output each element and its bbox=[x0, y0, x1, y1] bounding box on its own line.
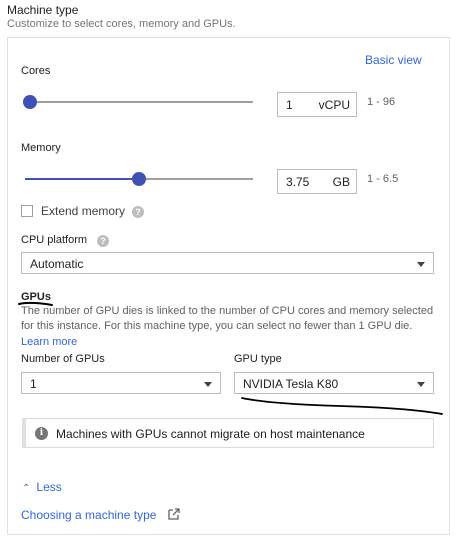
basic-view-link[interactable]: Basic view bbox=[365, 53, 422, 67]
cores-slider-thumb[interactable] bbox=[23, 95, 37, 109]
cpu-platform-select[interactable]: Automatic bbox=[21, 252, 434, 274]
cores-range: 1 - 96 bbox=[367, 96, 396, 108]
cores-slider-track bbox=[29, 101, 253, 103]
cores-label: Cores bbox=[21, 65, 51, 77]
chevron-down-icon bbox=[204, 382, 212, 387]
machine-type-title: Machine type bbox=[7, 3, 79, 17]
gpu-type-label: GPU type bbox=[234, 353, 282, 365]
memory-value: 3.75 bbox=[286, 175, 310, 189]
memory-label: Memory bbox=[21, 142, 61, 154]
gpu-type-value: NVIDIA Tesla K80 bbox=[243, 377, 339, 391]
memory-slider[interactable] bbox=[21, 171, 254, 187]
cores-input[interactable]: 1 vCPU bbox=[277, 92, 357, 117]
less-label: Less bbox=[36, 480, 62, 494]
number-of-gpus-select[interactable]: 1 bbox=[21, 372, 221, 394]
memory-slider-fill bbox=[25, 178, 139, 180]
external-link-icon[interactable] bbox=[167, 507, 181, 521]
gpus-title: GPUs bbox=[21, 291, 51, 303]
number-of-gpus-value: 1 bbox=[30, 377, 37, 391]
cores-slider[interactable] bbox=[21, 94, 254, 110]
help-icon[interactable]: ? bbox=[97, 235, 109, 247]
gpu-type-select[interactable]: NVIDIA Tesla K80 bbox=[234, 372, 434, 394]
gpus-description: The number of GPU dies is linked to the … bbox=[21, 305, 434, 332]
extend-memory-checkbox[interactable] bbox=[21, 205, 33, 217]
less-toggle[interactable]: ⌃ Less bbox=[22, 480, 62, 494]
chevron-down-icon bbox=[417, 382, 425, 387]
memory-slider-thumb[interactable] bbox=[132, 172, 146, 186]
number-of-gpus-label: Number of GPUs bbox=[21, 353, 105, 365]
learn-more-link[interactable]: Learn more bbox=[21, 336, 77, 348]
chevron-up-icon: ⌃ bbox=[22, 483, 31, 494]
cores-unit: vCPU bbox=[318, 98, 350, 112]
info-icon: i bbox=[35, 427, 48, 440]
customize-panel bbox=[7, 37, 450, 535]
memory-input[interactable]: 3.75 GB bbox=[277, 169, 357, 194]
cpu-platform-value: Automatic bbox=[30, 257, 84, 271]
gpu-migration-notice: i Machines with GPUs cannot migrate on h… bbox=[22, 418, 434, 448]
cpu-platform-label: CPU platform bbox=[21, 234, 88, 246]
choosing-machine-type-link[interactable]: Choosing a machine type bbox=[21, 508, 156, 522]
chevron-down-icon bbox=[417, 262, 425, 267]
extend-memory-label: Extend memory bbox=[41, 204, 126, 218]
help-icon[interactable]: ? bbox=[132, 206, 144, 218]
memory-range: 1 - 6.5 bbox=[367, 173, 399, 185]
machine-type-subtitle: Customize to select cores, memory and GP… bbox=[7, 18, 236, 30]
notice-text: Machines with GPUs cannot migrate on hos… bbox=[56, 427, 365, 441]
memory-unit: GB bbox=[332, 175, 350, 189]
cores-value: 1 bbox=[286, 98, 293, 112]
